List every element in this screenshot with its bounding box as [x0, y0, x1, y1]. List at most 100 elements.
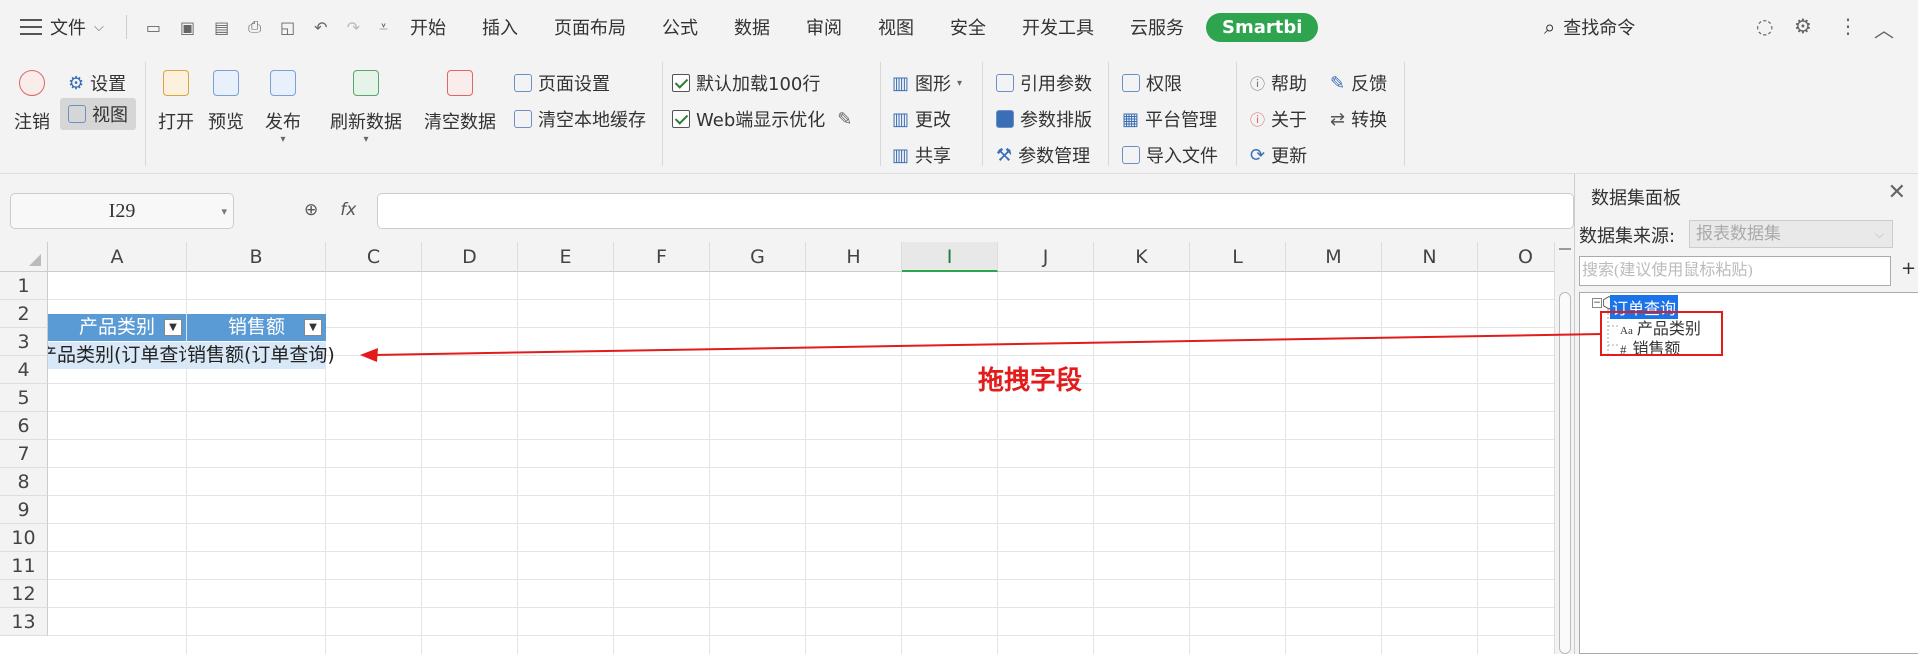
header-cell-b2[interactable]: 销售额 ▼ [187, 314, 326, 341]
row-header-12[interactable]: 12 [0, 580, 48, 608]
open-button[interactable]: 打开 [158, 70, 194, 134]
tab-cloud[interactable]: 云服务 [1130, 14, 1184, 40]
column-header-b[interactable]: B [187, 242, 326, 272]
select-all-corner[interactable] [0, 242, 48, 272]
save-icon[interactable]: ▣ [180, 18, 195, 37]
about-button[interactable]: ⓘ 关于 [1250, 106, 1307, 132]
tab-home[interactable]: 开始 [410, 14, 446, 40]
undo-icon[interactable]: ↶ [314, 18, 327, 37]
file-menu-label[interactable]: 文件 [50, 14, 86, 40]
column-header-j[interactable]: J [998, 242, 1094, 272]
column-header-c[interactable]: C [326, 242, 422, 272]
more-icon[interactable]: ⋮ [1838, 14, 1858, 38]
row-header-7[interactable]: 7 [0, 440, 48, 468]
publish-button[interactable]: 发布 ▾ [265, 70, 301, 145]
column-header-n[interactable]: N [1382, 242, 1478, 272]
column-header-g[interactable]: G [710, 242, 806, 272]
share-button[interactable]: ▥ 共享 [892, 142, 951, 168]
redo-icon[interactable]: ↷ [347, 18, 360, 37]
clear-cache-button[interactable]: 清空本地缓存 [514, 106, 646, 132]
tab-formulas[interactable]: 公式 [662, 14, 698, 40]
web-optimize-checkbox[interactable]: Web端显示优化 ✎ [672, 106, 852, 132]
close-icon[interactable]: ✕ [1888, 180, 1906, 205]
row-header-9[interactable]: 9 [0, 496, 48, 524]
name-box[interactable]: I29 ▾ [10, 193, 234, 229]
row-header-2[interactable]: 2 [0, 300, 48, 328]
preview-button[interactable]: 预览 [208, 70, 244, 134]
export-pdf-icon[interactable]: ▤ [214, 18, 229, 37]
print-preview-icon[interactable]: ◱ [280, 18, 295, 37]
row-header-13[interactable]: 13 [0, 608, 48, 636]
permission-button[interactable]: 权限 [1122, 70, 1182, 96]
header-cell-a2[interactable]: 产品类别 ▼ [48, 314, 186, 341]
column-header-d[interactable]: D [422, 242, 518, 272]
chevron-down-icon[interactable]: ▾ [330, 134, 402, 145]
tab-security[interactable]: 安全 [950, 14, 986, 40]
tab-data[interactable]: 数据 [734, 14, 770, 40]
vertical-scrollbar[interactable] [1554, 242, 1574, 654]
tab-insert[interactable]: 插入 [482, 14, 518, 40]
platform-manage-button[interactable]: ▦ 平台管理 [1122, 106, 1217, 132]
column-header-k[interactable]: K [1094, 242, 1190, 272]
checkbox-checked-icon[interactable] [672, 110, 690, 128]
chart-button[interactable]: ▥ 图形 ▾ [892, 70, 962, 96]
filter-dropdown-icon[interactable]: ▼ [164, 319, 182, 336]
column-header-h[interactable]: H [806, 242, 902, 272]
tab-view[interactable]: 视图 [878, 14, 914, 40]
edit-pencil-icon[interactable]: ✎ [837, 109, 852, 130]
change-button[interactable]: ▥ 更改 [892, 106, 951, 132]
clear-data-button[interactable]: 清空数据 [424, 70, 496, 134]
row-header-5[interactable]: 5 [0, 384, 48, 412]
view-button[interactable]: 视图 [60, 98, 136, 130]
chevron-down-icon[interactable]: ▾ [265, 134, 301, 145]
chevron-down-icon[interactable]: ▾ [957, 78, 962, 89]
logout-button[interactable]: 注销 [14, 70, 50, 134]
column-header-a[interactable]: A [48, 242, 187, 272]
zoom-icon[interactable]: ⊕ [304, 200, 318, 220]
update-button[interactable]: ⟳ 更新 [1250, 142, 1307, 168]
field-cell-b3[interactable]: 销售额(订单查询) [187, 342, 335, 369]
scrollbar-thumb[interactable] [1559, 292, 1571, 654]
feedback-button[interactable]: ✎ 反馈 [1330, 70, 1387, 96]
tab-review[interactable]: 审阅 [806, 14, 842, 40]
help-button[interactable]: ⓘ 帮助 [1250, 70, 1307, 96]
chevron-down-icon[interactable]: ⌵ [1875, 221, 1884, 247]
row-header-11[interactable]: 11 [0, 552, 48, 580]
refresh-data-button[interactable]: 刷新数据 ▾ [330, 70, 402, 145]
field-cell-a3[interactable]: 产品类别(订单查询) [48, 342, 186, 369]
default-load-checkbox[interactable]: 默认加载100行 [672, 70, 820, 96]
collapse-ribbon-icon[interactable]: ︿ [1874, 14, 1894, 43]
add-icon[interactable]: + [1901, 258, 1916, 279]
print-icon[interactable]: ⎙ [248, 17, 261, 37]
page-setup-button[interactable]: 页面设置 [514, 70, 610, 96]
spreadsheet-grid[interactable]: A B C D E F G H I J K L M N O 1 2 3 4 5 6 7 8 9 10 11 12 13 [0, 242, 1574, 654]
column-header-l[interactable]: L [1190, 242, 1286, 272]
open-folder-icon[interactable]: ▭ [146, 18, 161, 37]
file-menu[interactable]: 文件 ⌵ [0, 0, 104, 54]
row-header-3[interactable]: 3 [0, 328, 48, 356]
search-command[interactable]: ⌕ 查找命令 [1544, 14, 1635, 40]
row-header-1[interactable]: 1 [0, 272, 48, 300]
row-header-8[interactable]: 8 [0, 468, 48, 496]
param-layout-button[interactable]: 参数排版 [996, 106, 1092, 132]
column-header-f[interactable]: F [614, 242, 710, 272]
convert-button[interactable]: ⇄ 转换 [1330, 106, 1387, 132]
row-header-10[interactable]: 10 [0, 524, 48, 552]
hamburger-icon[interactable] [20, 19, 42, 35]
formula-input[interactable] [377, 193, 1574, 229]
settings-button[interactable]: ⚙ 设置 [68, 70, 126, 96]
fx-icon[interactable]: fx [340, 200, 356, 220]
column-header-m[interactable]: M [1286, 242, 1382, 272]
row-header-4[interactable]: 4 [0, 356, 48, 384]
filter-dropdown-icon[interactable]: ▼ [304, 319, 322, 336]
tab-developer[interactable]: 开发工具 [1022, 14, 1094, 40]
row-header-6[interactable]: 6 [0, 412, 48, 440]
import-file-button[interactable]: 导入文件 [1122, 142, 1218, 168]
chat-icon[interactable]: ◌ [1756, 14, 1773, 38]
chevron-down-icon[interactable]: ▾ [221, 205, 227, 218]
tab-smartbi[interactable]: Smartbi [1206, 12, 1319, 42]
dataset-source-select[interactable]: 报表数据集 ⌵ [1689, 220, 1893, 248]
collapse-toggle-icon[interactable]: − [1592, 298, 1602, 308]
gear-icon[interactable]: ⚙ [1794, 14, 1812, 38]
tab-page-layout[interactable]: 页面布局 [554, 14, 626, 40]
